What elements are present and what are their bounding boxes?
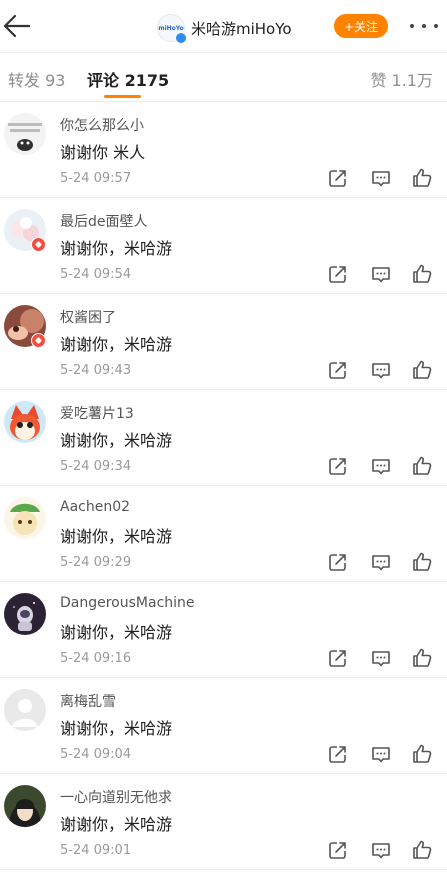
like-thumb-icon[interactable] <box>411 263 433 285</box>
comment-username[interactable]: 权酱困了 <box>60 307 116 327</box>
comment-item: 爱吃薯片13 谢谢你，米哈游 5-24 09:34 <box>0 390 447 486</box>
tab-comments[interactable]: 评论 2175 <box>87 67 169 91</box>
comment-time: 5-24 09:29 <box>60 555 132 570</box>
comment-text: 谢谢你，米哈游 <box>60 335 173 354</box>
like-thumb-icon[interactable] <box>411 647 433 669</box>
comment-reply-icon[interactable] <box>370 647 392 669</box>
avatar[interactable] <box>4 593 46 635</box>
comment-reply-icon[interactable] <box>370 839 392 861</box>
comment-text: 谢谢你 米人 <box>60 143 146 162</box>
like-thumb-icon[interactable] <box>411 743 433 765</box>
avatar[interactable] <box>4 497 46 539</box>
comment-time: 5-24 09:43 <box>60 363 132 378</box>
comment-username[interactable]: DangerousMachine <box>60 595 195 611</box>
top-bar: miHoYo 米哈游miHoYo +关注 <box>0 0 447 53</box>
avatar[interactable] <box>4 785 46 827</box>
comment-list: 你怎么那么小 谢谢你 米人 5-24 09:57 最后de面壁人 谢谢你，米哈游… <box>0 102 447 870</box>
more-options-icon[interactable] <box>410 13 438 39</box>
comment-username[interactable]: Aachen02 <box>60 499 130 515</box>
avatar[interactable] <box>4 113 46 155</box>
comment-item: 一心向道别无他求 谢谢你，米哈游 5-24 09:01 <box>0 774 447 870</box>
comment-time: 5-24 09:04 <box>60 747 132 762</box>
page-title: 米哈游miHoYo <box>191 19 292 38</box>
comment-username[interactable]: 爱吃薯片13 <box>60 403 134 423</box>
comment-text: 谢谢你，米哈游 <box>60 239 173 258</box>
comment-time: 5-24 09:16 <box>60 651 132 666</box>
share-icon[interactable] <box>327 263 349 285</box>
avatar[interactable] <box>4 689 46 731</box>
logo-text: miHoYo <box>158 24 184 32</box>
comment-username[interactable]: 你怎么那么小 <box>60 115 144 135</box>
comment-item: Aachen02 谢谢你，米哈游 5-24 09:29 <box>0 486 447 582</box>
comment-text: 谢谢你，米哈游 <box>60 815 173 834</box>
share-icon[interactable] <box>327 551 349 573</box>
comment-item: 离梅乱雪 谢谢你，米哈游 5-24 09:04 <box>0 678 447 774</box>
back-arrow-icon[interactable] <box>2 11 32 41</box>
comment-reply-icon[interactable] <box>370 455 392 477</box>
comment-item: 权酱困了 谢谢你，米哈游 5-24 09:43 <box>0 294 447 390</box>
tab-repost[interactable]: 转发 93 <box>8 67 65 91</box>
comment-text: 谢谢你，米哈游 <box>60 719 173 738</box>
active-tab-indicator <box>104 95 141 98</box>
share-icon[interactable] <box>327 359 349 381</box>
follow-button[interactable]: +关注 <box>334 14 388 38</box>
comment-item: 你怎么那么小 谢谢你 米人 5-24 09:57 <box>0 102 447 198</box>
comment-time: 5-24 09:01 <box>60 843 132 858</box>
comment-time: 5-24 09:57 <box>60 171 132 186</box>
share-icon[interactable] <box>327 743 349 765</box>
comment-item: 最后de面壁人 谢谢你，米哈游 5-24 09:54 <box>0 198 447 294</box>
verified-icon <box>175 32 187 44</box>
like-thumb-icon[interactable] <box>411 551 433 573</box>
member-badge-icon <box>31 237 46 252</box>
comment-item: DangerousMachine 谢谢你，米哈游 5-24 09:16 <box>0 582 447 678</box>
comment-reply-icon[interactable] <box>370 263 392 285</box>
comment-reply-icon[interactable] <box>370 359 392 381</box>
like-thumb-icon[interactable] <box>411 839 433 861</box>
share-icon[interactable] <box>327 647 349 669</box>
like-thumb-icon[interactable] <box>411 455 433 477</box>
member-badge-icon <box>31 333 46 348</box>
like-thumb-icon[interactable] <box>411 167 433 189</box>
tab-likes[interactable]: 赞 1.1万 <box>370 67 433 91</box>
comment-time: 5-24 09:54 <box>60 267 132 282</box>
comment-username[interactable]: 一心向道别无他求 <box>60 787 172 807</box>
like-thumb-icon[interactable] <box>411 359 433 381</box>
comment-text: 谢谢你，米哈游 <box>60 527 173 546</box>
comment-reply-icon[interactable] <box>370 551 392 573</box>
comment-time: 5-24 09:34 <box>60 459 132 474</box>
tab-bar: 转发 93 评论 2175 赞 1.1万 <box>0 53 447 102</box>
share-icon[interactable] <box>327 167 349 189</box>
comment-reply-icon[interactable] <box>370 167 392 189</box>
comment-text: 谢谢你，米哈游 <box>60 431 173 450</box>
share-icon[interactable] <box>327 455 349 477</box>
share-icon[interactable] <box>327 839 349 861</box>
comment-username[interactable]: 离梅乱雪 <box>60 691 116 711</box>
account-title[interactable]: miHoYo 米哈游miHoYo <box>157 14 292 44</box>
comment-username[interactable]: 最后de面壁人 <box>60 211 148 231</box>
account-logo: miHoYo <box>157 14 187 44</box>
avatar[interactable] <box>4 401 46 443</box>
comment-text: 谢谢你，米哈游 <box>60 623 173 642</box>
comment-reply-icon[interactable] <box>370 743 392 765</box>
